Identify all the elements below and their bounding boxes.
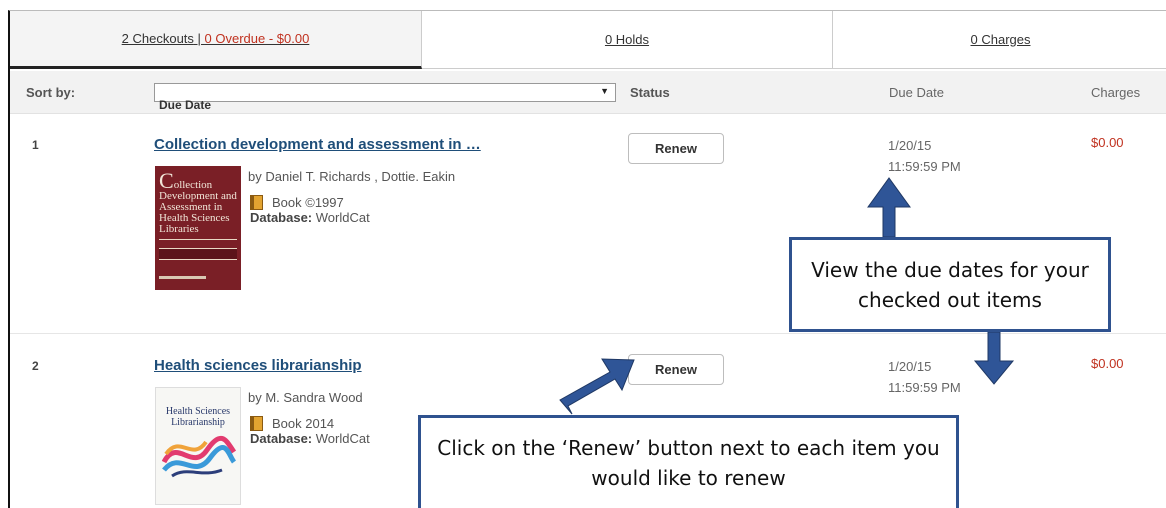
item-database: Database: WorldCat — [250, 431, 370, 446]
cover-art — [162, 435, 236, 478]
account-tabs: 2 Checkouts | 0 Overdue - $0.00 0 Holds … — [10, 11, 1166, 69]
due-date-column-header: Due Date — [889, 85, 944, 100]
list-header: Sort by: Due Date ▼ Status Due Date Char… — [10, 71, 1166, 114]
book-icon — [250, 195, 263, 210]
sort-by-label: Sort by: — [26, 85, 76, 100]
item-author: by Daniel T. Richards , Dottie. Eakin — [248, 169, 456, 184]
renew-button[interactable]: Renew — [628, 133, 724, 164]
dropdown-arrow-icon: ▼ — [600, 86, 609, 96]
due-time-value: 11:59:59 PM — [888, 159, 961, 174]
cover-title: Collection Development and Assessment in… — [159, 168, 237, 235]
tab-checkouts-label: 2 Checkouts — [121, 31, 194, 46]
item-format: Book ©1997 — [250, 195, 344, 210]
item-title-link[interactable]: Collection development and assessment in… — [154, 136, 481, 153]
tab-separator: | — [193, 31, 205, 46]
database-value: WorldCat — [312, 210, 370, 225]
tab-checkouts[interactable]: 2 Checkouts | 0 Overdue - $0.00 — [10, 11, 422, 69]
due-date: 1/20/15 11:59:59 PM — [888, 135, 961, 177]
database-label: Database: — [250, 210, 313, 225]
database-label: Database: — [250, 431, 313, 446]
item-format: Book 2014 — [250, 416, 334, 431]
sort-select[interactable]: Due Date ▼ — [154, 83, 616, 112]
database-value: WorldCat — [312, 431, 370, 446]
item-number: 1 — [32, 138, 39, 152]
item-charge: $0.00 — [1091, 135, 1124, 150]
book-cover[interactable]: Collection Development and Assessment in… — [155, 166, 241, 290]
cover-title: Health Sciences Librarianship — [165, 406, 231, 428]
item-title-link[interactable]: Health sciences librarianship — [154, 357, 362, 374]
tab-holds[interactable]: 0 Holds — [422, 11, 833, 69]
callout-renew: Click on the ‘Renew’ button next to each… — [418, 415, 959, 508]
tab-holds-label: 0 Holds — [604, 32, 650, 47]
tab-charges[interactable]: 0 Charges — [833, 11, 1166, 69]
due-date: 1/20/15 11:59:59 PM — [888, 356, 961, 398]
item-format-text: Book 2014 — [272, 416, 335, 431]
item-author: by M. Sandra Wood — [248, 390, 363, 405]
due-date-value: 1/20/15 — [888, 359, 932, 374]
charges-column-header: Charges — [1091, 85, 1141, 100]
due-date-value: 1/20/15 — [888, 138, 932, 153]
item-number: 2 — [32, 359, 39, 373]
due-time-value: 11:59:59 PM — [888, 380, 961, 395]
status-column-header: Status — [630, 85, 670, 100]
item-format-text: Book ©1997 — [272, 195, 344, 210]
tab-overdue-label: 0 Overdue - $0.00 — [204, 31, 310, 46]
tab-charges-label: 0 Charges — [970, 32, 1031, 47]
item-charge: $0.00 — [1091, 356, 1124, 371]
item-database: Database: WorldCat — [250, 210, 370, 225]
book-cover[interactable]: Health Sciences Librarianship — [155, 387, 241, 505]
book-icon — [250, 416, 263, 431]
callout-due-dates: View the due dates for your checked out … — [789, 237, 1111, 332]
sort-select-value: Due Date — [159, 98, 212, 112]
renew-button[interactable]: Renew — [628, 354, 724, 385]
